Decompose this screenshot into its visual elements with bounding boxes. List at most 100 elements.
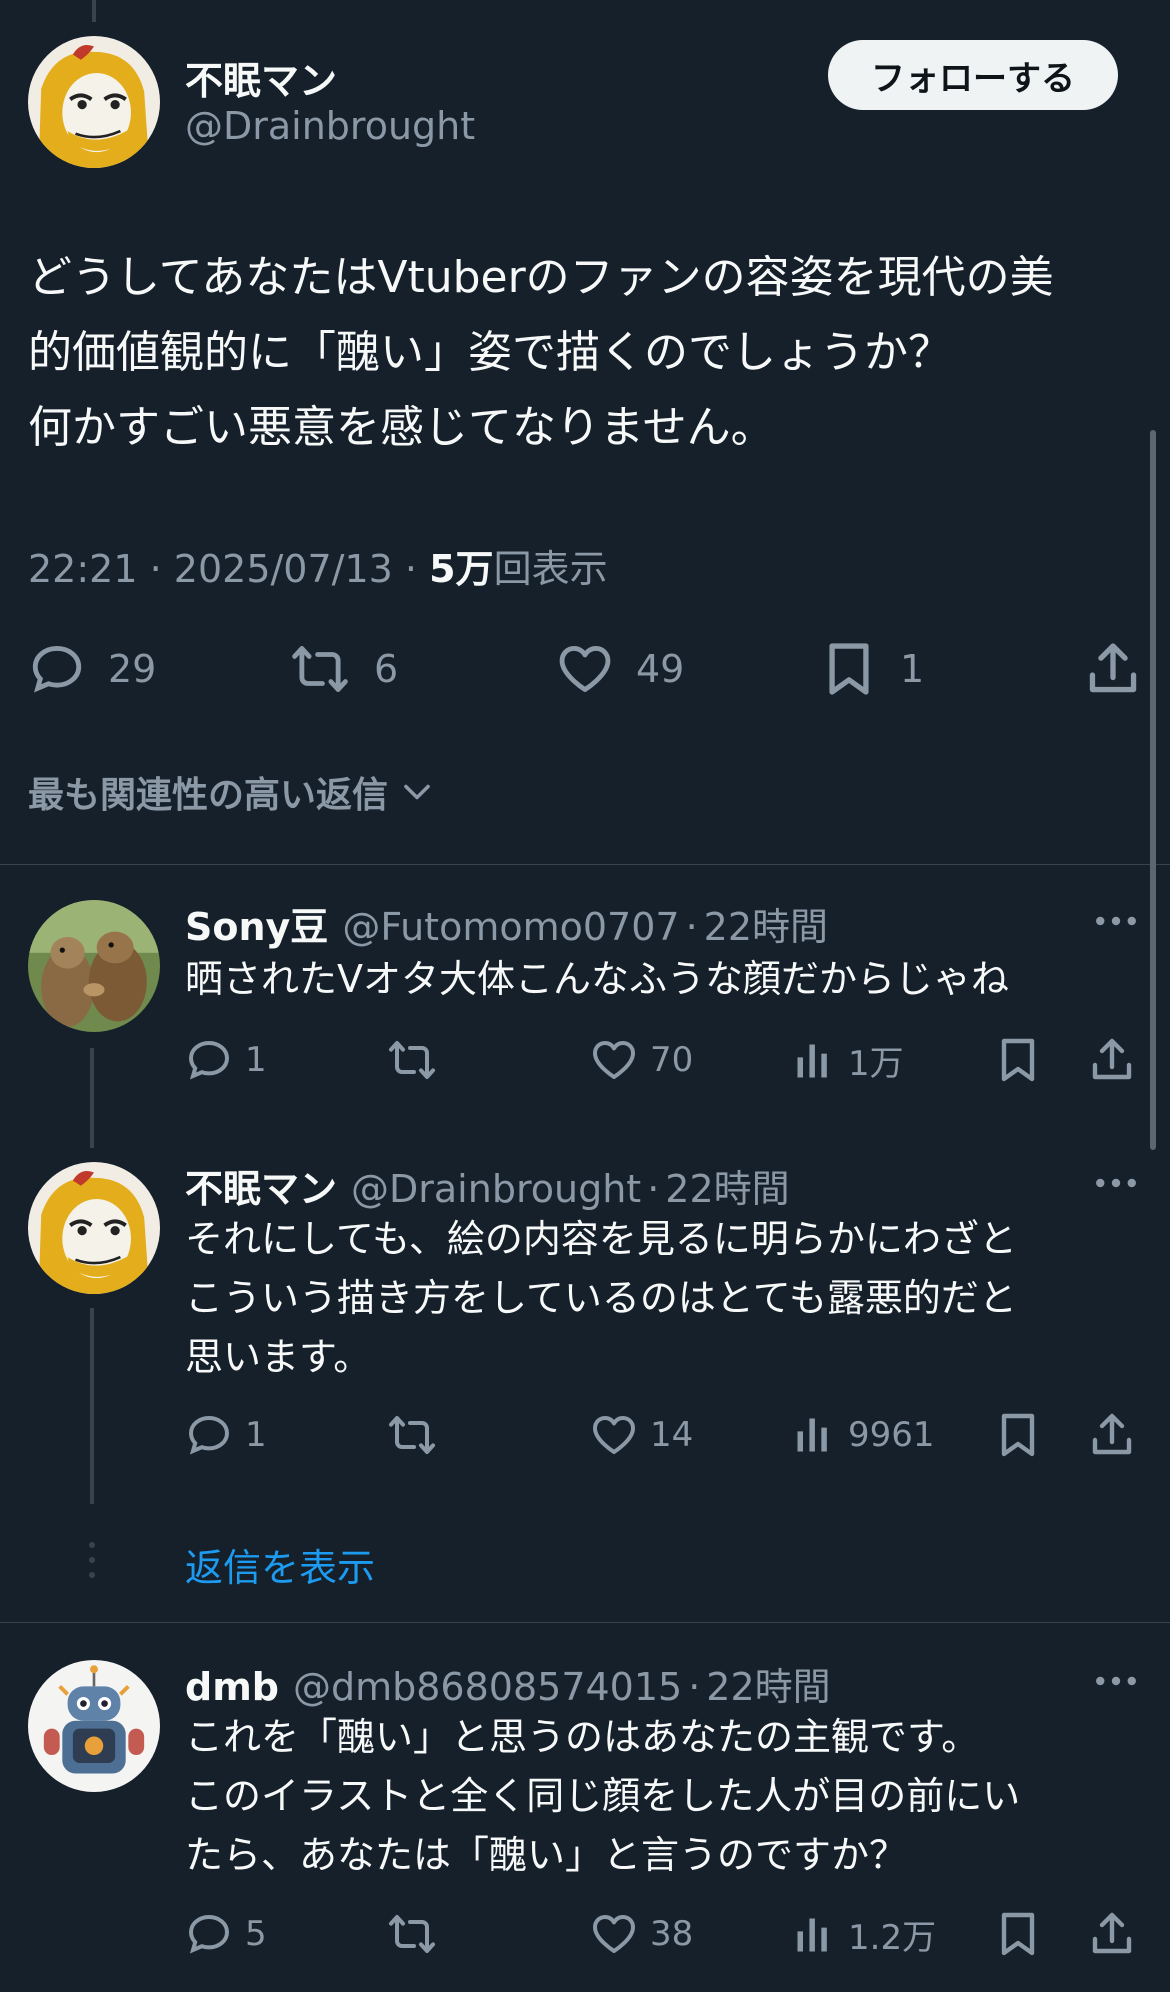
scrollbar[interactable]: [1150, 430, 1156, 1150]
reply-time[interactable]: 22時間: [704, 896, 828, 951]
reply-author-handle[interactable]: @Drainbrought: [351, 1167, 641, 1211]
speech-bubble-icon: [185, 1036, 233, 1084]
reply-count: 1: [245, 1415, 267, 1455]
speech-bubble-icon: [185, 1910, 233, 1958]
bookmark-icon: [994, 1036, 1042, 1084]
like-count: 38: [650, 1914, 694, 1954]
reply-author-handle[interactable]: @Futomomo0707: [342, 905, 679, 949]
bookmark-button[interactable]: [994, 1910, 1042, 1958]
reply-button[interactable]: 29: [28, 640, 156, 698]
reply-avatar[interactable]: [28, 1660, 160, 1792]
like-count: 49: [636, 647, 685, 691]
reply-avatar[interactable]: [28, 900, 160, 1032]
ellipsis-icon[interactable]: [1095, 914, 1137, 928]
view-count: 1.2万: [848, 1918, 937, 1958]
reply-text: これを「醜い」と思うのはあなたの主観です。 このイラストと全く同じ顔をした人が目…: [185, 1715, 1021, 1877]
divider: [0, 1622, 1170, 1623]
bar-chart-icon: [792, 1037, 836, 1085]
reply-button[interactable]: 5: [185, 1910, 267, 1958]
speech-bubble-icon: [28, 640, 86, 698]
heart-icon: [590, 1036, 638, 1084]
reply-author-name[interactable]: Sony豆: [185, 896, 328, 951]
views-button[interactable]: 1万: [792, 1036, 904, 1085]
bookmark-button[interactable]: [994, 1036, 1042, 1084]
retweet-button[interactable]: [385, 1910, 439, 1958]
heart-icon: [590, 1411, 638, 1459]
thread-gap-dots-icon: [89, 1542, 95, 1578]
meta-separator: ·: [688, 1665, 701, 1709]
show-replies-link[interactable]: 返信を表示: [185, 1537, 375, 1592]
reply-actions: 5 38 1.2万: [0, 1904, 1170, 1964]
share-button[interactable]: [1088, 1411, 1136, 1459]
retweet-button[interactable]: [385, 1411, 439, 1459]
share-button[interactable]: [1088, 1910, 1136, 1958]
reply-avatar-image: [28, 1162, 160, 1294]
reply-author-name[interactable]: dmb: [185, 1665, 279, 1709]
ellipsis-icon[interactable]: [1095, 1176, 1137, 1190]
reply-header: dmb @dmb86808574015 · 22時間: [185, 1656, 831, 1711]
reply-actions: 1 14 9961: [0, 1405, 1170, 1465]
reply-author-handle[interactable]: @dmb86808574015: [293, 1665, 682, 1709]
share-upload-icon: [1088, 1411, 1136, 1459]
bookmark-count: 1: [900, 647, 925, 691]
tweet-time[interactable]: 22:21: [28, 547, 138, 591]
bar-chart-icon: [792, 1411, 836, 1459]
bookmark-button[interactable]: 1: [820, 640, 924, 698]
like-button[interactable]: 70: [590, 1036, 693, 1084]
reply-avatar[interactable]: [28, 1162, 160, 1294]
meta-separator: ·: [149, 547, 162, 591]
tweet-meta: 22:21 · 2025/07/13 · 5万回表示: [28, 538, 608, 593]
share-upload-icon: [1084, 640, 1142, 698]
like-button[interactable]: 49: [556, 640, 684, 698]
view-count: 1万: [848, 1044, 904, 1084]
views-button[interactable]: 1.2万: [792, 1910, 936, 1959]
reply-count: 1: [245, 1040, 267, 1080]
view-count-suffix: 回表示: [493, 547, 608, 591]
heart-icon: [590, 1910, 638, 1958]
reply-button[interactable]: 1: [185, 1036, 267, 1084]
share-upload-icon: [1088, 1036, 1136, 1084]
author-avatar-image: [28, 36, 160, 168]
retweet-button[interactable]: 6: [288, 640, 398, 698]
reply-sort-dropdown[interactable]: 最も関連性の高い返信: [28, 766, 436, 818]
ellipsis-icon[interactable]: [1095, 1674, 1137, 1688]
reply-count: 5: [245, 1914, 267, 1954]
bookmark-icon: [994, 1411, 1042, 1459]
share-upload-icon: [1088, 1910, 1136, 1958]
heart-icon: [556, 640, 614, 698]
divider: [0, 864, 1170, 865]
like-button[interactable]: 14: [590, 1411, 693, 1459]
reply-author-name[interactable]: 不眠マン: [185, 1158, 337, 1213]
avatar[interactable]: [28, 36, 160, 168]
like-button[interactable]: 38: [590, 1910, 693, 1958]
chevron-down-icon: [398, 773, 436, 811]
meta-separator: ·: [685, 905, 698, 949]
share-button[interactable]: [1084, 640, 1142, 698]
reply-button[interactable]: 1: [185, 1411, 267, 1459]
author-name[interactable]: 不眠マン: [185, 50, 337, 105]
thread-connector-top: [92, 0, 96, 22]
views-button[interactable]: 9961: [792, 1411, 935, 1459]
share-button[interactable]: [1088, 1036, 1136, 1084]
tweet-date[interactable]: 2025/07/13: [174, 547, 393, 591]
reply-time[interactable]: 22時間: [665, 1158, 789, 1213]
meta-separator: ·: [404, 547, 418, 591]
reply-text: 晒されたVオタ大体こんなふうな顔だからじゃね: [185, 957, 1009, 1001]
retweet-arrows-icon: [385, 1411, 439, 1459]
bookmark-button[interactable]: [994, 1411, 1042, 1459]
reply-time[interactable]: 22時間: [706, 1656, 830, 1711]
retweet-button[interactable]: [385, 1036, 439, 1084]
follow-button[interactable]: フォローする: [828, 40, 1118, 110]
view-count: 5万: [429, 547, 494, 591]
author-handle[interactable]: @Drainbrought: [185, 104, 475, 148]
retweet-arrows-icon: [288, 640, 352, 698]
view-count: 9961: [848, 1415, 935, 1455]
reply-count: 29: [108, 647, 157, 691]
reply-actions: 1 70 1万: [0, 1030, 1170, 1090]
reply-header: 不眠マン @Drainbrought · 22時間: [185, 1158, 790, 1213]
reply-header: Sony豆 @Futomomo0707 · 22時間: [185, 896, 828, 951]
like-count: 70: [650, 1040, 694, 1080]
reply-text: それにしても、絵の内容を見るに明らかにわざと こういう描き方をしているのはとても…: [185, 1217, 1017, 1379]
bookmark-icon: [994, 1910, 1042, 1958]
retweet-arrows-icon: [385, 1036, 439, 1084]
